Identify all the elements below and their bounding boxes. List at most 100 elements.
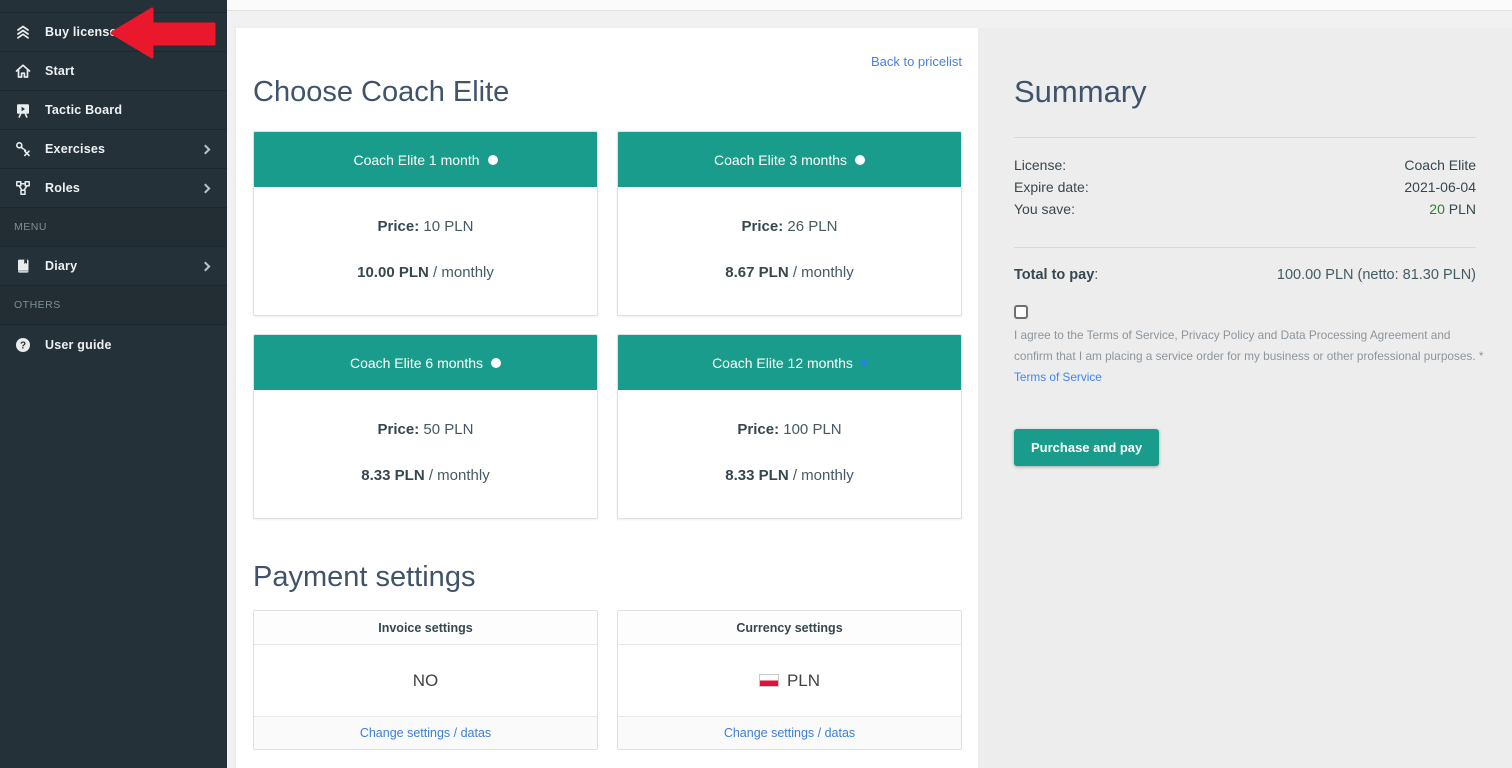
chevron-right-icon <box>201 261 211 271</box>
summary-label: License: <box>1014 154 1066 176</box>
monthly-suffix: / monthly <box>793 467 854 484</box>
savings-amount: 20 <box>1429 201 1445 217</box>
payment-settings-grid: Invoice settings NO Change settings / da… <box>253 610 962 750</box>
choose-license-heading: Choose Coach Elite <box>253 76 962 109</box>
currency-value: PLN <box>787 671 820 691</box>
double-chevron-up-icon <box>14 23 32 41</box>
sidebar-item-user-guide[interactable]: ? User guide <box>0 325 227 364</box>
invoice-value: NO <box>413 671 439 691</box>
price-label: Price: <box>742 218 784 235</box>
main-content: Back to pricelist Choose Coach Elite Coa… <box>236 28 978 768</box>
agreement-text: I agree to the Terms of Service, Privacy… <box>1014 325 1484 389</box>
summary-value: 2021-06-04 <box>1404 176 1476 198</box>
total-label: Total to pay <box>1014 267 1094 283</box>
strategy-icon <box>14 140 32 158</box>
plan-body: Price: 10 PLN 10.00 PLN / monthly <box>254 187 597 316</box>
sidebar-item-diary[interactable]: Diary <box>0 247 227 286</box>
price-label: Price: <box>378 218 420 235</box>
price-value: 100 PLN <box>783 421 841 438</box>
price-value: 26 PLN <box>787 218 837 235</box>
sidebar-item-label: Start <box>45 64 74 78</box>
sidebar-item-label: Roles <box>45 181 80 195</box>
red-arrow-pointer-icon <box>110 7 220 66</box>
currency-settings-value: PLN <box>618 645 961 716</box>
buy-license-page: Buy license Start Tactic Board Exercises <box>0 0 1512 768</box>
diary-icon <box>14 257 32 275</box>
agreement-text-body: I agree to the Terms of Service, Privacy… <box>1014 328 1483 363</box>
change-currency-settings-link[interactable]: Change settings / datas <box>724 726 855 740</box>
plan-body: Price: 100 PLN 8.33 PLN / monthly <box>618 390 961 519</box>
terms-checkbox[interactable] <box>1014 305 1028 319</box>
plan-header[interactable]: Coach Elite 12 months <box>618 335 961 390</box>
chevron-right-icon <box>201 144 211 154</box>
plan-radio[interactable] <box>491 358 501 368</box>
plan-card-1-month[interactable]: Coach Elite 1 month Price: 10 PLN 10.00 … <box>253 131 598 316</box>
monthly-rate: 8.33 PLN <box>361 467 424 484</box>
currency-settings-title: Currency settings <box>618 611 961 645</box>
summary-label: Expire date: <box>1014 176 1089 198</box>
plan-title: Coach Elite 12 months <box>712 355 853 371</box>
sidebar-item-label: Exercises <box>45 142 105 156</box>
back-to-pricelist-link[interactable]: Back to pricelist <box>871 54 962 69</box>
monthly-rate: 8.67 PLN <box>725 264 788 281</box>
help-icon: ? <box>14 336 32 354</box>
sidebar-section-menu: MENU <box>0 208 227 247</box>
price-label: Price: <box>737 421 779 438</box>
purchase-and-pay-button[interactable]: Purchase and pay <box>1014 429 1159 466</box>
currency-settings-footer: Change settings / datas <box>618 716 961 749</box>
plan-header[interactable]: Coach Elite 1 month <box>254 132 597 187</box>
plan-title: Coach Elite 3 months <box>714 152 847 168</box>
summary-value: 20 PLN <box>1429 198 1476 220</box>
monthly-suffix: / monthly <box>433 264 494 281</box>
plan-card-12-months[interactable]: Coach Elite 12 months Price: 100 PLN 8.3… <box>617 334 962 519</box>
sidebar-section-label: OTHERS <box>14 299 61 311</box>
divider <box>1014 247 1476 248</box>
plan-grid: Coach Elite 1 month Price: 10 PLN 10.00 … <box>253 131 962 519</box>
invoice-settings-value: NO <box>254 645 597 716</box>
payment-settings-heading: Payment settings <box>253 561 962 594</box>
plan-radio-selected[interactable] <box>861 360 867 366</box>
sidebar-item-label: Diary <box>45 259 77 273</box>
summary-row-you-save: You save: 20 PLN <box>1014 198 1476 220</box>
sidebar-section-label: MENU <box>14 221 47 233</box>
sidebar-item-roles[interactable]: Roles <box>0 169 227 208</box>
sidebar-item-exercises[interactable]: Exercises <box>0 130 227 169</box>
home-icon <box>14 62 32 80</box>
sidebar-section-others: OTHERS <box>0 286 227 325</box>
plan-header[interactable]: Coach Elite 3 months <box>618 132 961 187</box>
sidebar-item-tactic-board[interactable]: Tactic Board <box>0 91 227 130</box>
plan-card-3-months[interactable]: Coach Elite 3 months Price: 26 PLN 8.67 … <box>617 131 962 316</box>
plan-body: Price: 26 PLN 8.67 PLN / monthly <box>618 187 961 316</box>
sidebar: Buy license Start Tactic Board Exercises <box>0 0 227 768</box>
invoice-settings-title: Invoice settings <box>254 611 597 645</box>
divider <box>1014 137 1476 138</box>
poland-flag-icon <box>759 674 779 687</box>
invoice-settings-footer: Change settings / datas <box>254 716 597 749</box>
change-invoice-settings-link[interactable]: Change settings / datas <box>360 726 491 740</box>
sidebar-item-label: User guide <box>45 338 112 352</box>
top-strip <box>227 0 1512 11</box>
savings-unit: PLN <box>1445 201 1476 217</box>
chevron-right-icon <box>201 183 211 193</box>
summary-value: Coach Elite <box>1404 154 1476 176</box>
terms-of-service-link[interactable]: Terms of Service <box>1014 370 1102 384</box>
plan-header[interactable]: Coach Elite 6 months <box>254 335 597 390</box>
plan-radio[interactable] <box>855 155 865 165</box>
summary-total-row: Total to pay: 100.00 PLN (netto: 81.30 P… <box>1014 267 1476 283</box>
invoice-settings-card: Invoice settings NO Change settings / da… <box>253 610 598 750</box>
plan-body: Price: 50 PLN 8.33 PLN / monthly <box>254 390 597 519</box>
total-colon: : <box>1094 267 1098 283</box>
summary-row-license: License: Coach Elite <box>1014 154 1476 176</box>
plan-card-6-months[interactable]: Coach Elite 6 months Price: 50 PLN 8.33 … <box>253 334 598 519</box>
plan-title: Coach Elite 1 month <box>353 152 479 168</box>
summary-label: You save: <box>1014 198 1075 220</box>
svg-text:?: ? <box>20 340 26 351</box>
agreement-block: I agree to the Terms of Service, Privacy… <box>1014 305 1476 389</box>
summary-heading: Summary <box>1014 74 1476 110</box>
monthly-rate: 8.33 PLN <box>725 467 788 484</box>
currency-settings-card: Currency settings PLN Change settings / … <box>617 610 962 750</box>
plan-radio[interactable] <box>488 155 498 165</box>
summary-rows: License: Coach Elite Expire date: 2021-0… <box>1014 154 1476 220</box>
plan-title: Coach Elite 6 months <box>350 355 483 371</box>
summary-panel: Summary License: Coach Elite Expire date… <box>978 28 1512 768</box>
